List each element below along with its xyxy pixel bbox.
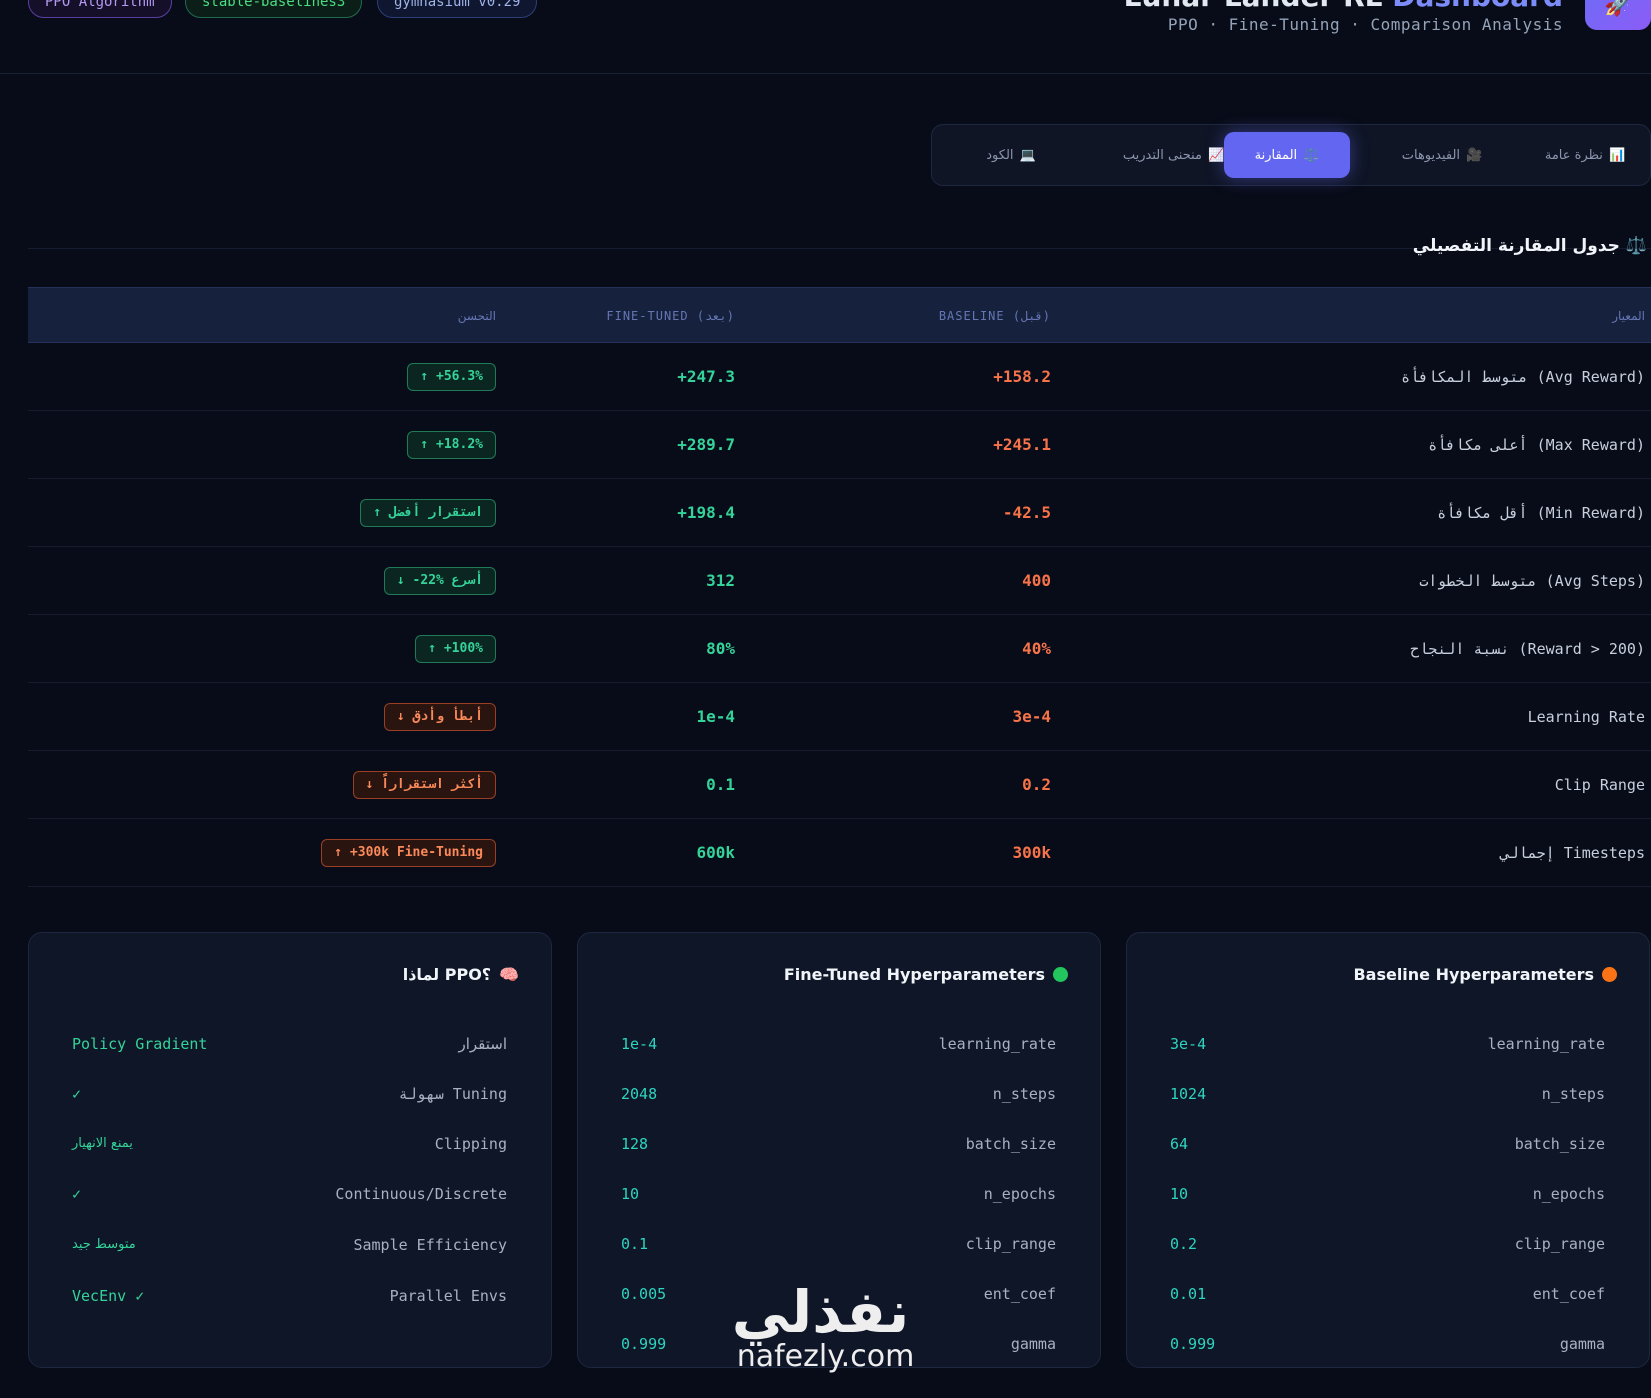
table-row: متوسط المكافأة (Avg Reward) +158.2 +247.…	[28, 343, 1651, 411]
row-baseline: 400	[1022, 571, 1051, 590]
row-tuned: +289.7	[677, 435, 735, 454]
list-item: استقرار Policy Gradient	[72, 1035, 507, 1053]
table-row: أقل مكافأة (Min Reward) -42.5 +198.4 ↑ ا…	[28, 479, 1651, 547]
row-baseline: +245.1	[993, 435, 1051, 454]
camera-icon: 🎥	[1466, 147, 1483, 163]
row-baseline: 3e-4	[1012, 707, 1051, 726]
chart-up-icon: 📈	[1207, 147, 1225, 163]
tab-videos[interactable]: الفيديوهات 🎥	[1367, 132, 1517, 178]
list-item: Sample Efficiency متوسط جيد	[72, 1236, 507, 1254]
list-item: ent_coef 0.005	[621, 1285, 1056, 1303]
table-row: نسبة النجاح (Reward > 200) 40% 80% ↑ +10…	[28, 615, 1651, 683]
app-header: PPO Algorithm stable-baselines3 gymnasiu…	[0, 0, 1651, 74]
tab-overview[interactable]: نظرة عامة 📊	[1515, 132, 1651, 178]
row-metric: Clip Range	[1554, 776, 1645, 794]
header-tuned: FINE-TUNED (بعد)	[606, 309, 735, 323]
row-tuned: 312	[706, 571, 735, 590]
list-item: n_steps 1024	[1170, 1085, 1605, 1103]
comparison-table: المعيار BASELINE (قبل) FINE-TUNED (بعد) …	[28, 287, 1651, 887]
row-metric: أعلى مكافأة (Max Reward)	[1428, 436, 1645, 454]
row-baseline: -42.5	[1002, 503, 1051, 522]
why-ppo-title: لماذا PPO؟ 🧠	[402, 965, 519, 984]
section-divider	[28, 248, 1651, 249]
header-baseline: BASELINE (قبل)	[938, 309, 1051, 323]
improvement-badge: ↑ +56.3%	[407, 363, 496, 391]
row-metric: Learning Rate	[1527, 708, 1645, 726]
improvement-badge: ↓ أكثر استقراراً	[352, 771, 496, 799]
list-item: learning_rate 1e-4	[621, 1035, 1056, 1053]
brain-icon: 🧠	[499, 965, 519, 984]
baseline-hyperparams-title: Baseline Hyperparameters	[1353, 965, 1617, 984]
row-baseline: 300k	[1012, 843, 1051, 862]
baseline-hyperparams-card: Baseline Hyperparameters learning_rate 3e…	[1126, 932, 1650, 1368]
page-title: Lunar Lander RL Dashboard	[1124, 0, 1563, 13]
tuned-hyperparams-card: Fine-Tuned Hyperparameters learning_rate…	[577, 932, 1101, 1368]
table-row: أعلى مكافأة (Max Reward) +245.1 +289.7 ↑…	[28, 411, 1651, 479]
list-item: gamma 0.999	[1170, 1335, 1605, 1353]
improvement-badge: ↓ -22% أسرع	[383, 567, 496, 595]
orange-dot-icon	[1602, 967, 1617, 982]
table-row: إجمالي Timesteps 300k 600k ↑ +300k Fine-…	[28, 819, 1651, 887]
table-row: Learning Rate 3e-4 1e-4 ↓ أبطأ وأدق	[28, 683, 1651, 751]
badge-gymnasium: gymnasium v0.29	[377, 0, 538, 18]
why-ppo-card: لماذا PPO؟ 🧠 استقرار Policy Gradient سهول…	[28, 932, 552, 1368]
row-metric: متوسط المكافأة (Avg Reward)	[1401, 368, 1645, 386]
row-tuned: 1e-4	[696, 707, 735, 726]
row-metric: إجمالي Timesteps	[1500, 844, 1646, 862]
laptop-icon: 💻	[1019, 147, 1036, 163]
list-item: gamma 0.999	[621, 1335, 1056, 1353]
badge-sb3: stable-baselines3	[185, 0, 363, 18]
list-item: learning_rate 3e-4	[1170, 1035, 1605, 1053]
badge-ppo: PPO Algorithm	[28, 0, 172, 18]
table-row: Clip Range 0.2 0.1 ↓ أكثر استقراراً	[28, 751, 1651, 819]
table-header: المعيار BASELINE (قبل) FINE-TUNED (بعد) …	[28, 287, 1651, 343]
rocket-icon: 🚀	[1585, 0, 1651, 30]
row-tuned: 0.1	[706, 775, 735, 794]
row-baseline: 0.2	[1022, 775, 1051, 794]
row-metric: نسبة النجاح (Reward > 200)	[1410, 640, 1645, 658]
bar-chart-icon: 📊	[1608, 147, 1626, 163]
row-tuned: +198.4	[677, 503, 735, 522]
row-tuned: +247.3	[677, 367, 735, 386]
list-item: clip_range 0.2	[1170, 1235, 1605, 1253]
list-item: ent_coef 0.01	[1170, 1285, 1605, 1303]
list-item: n_epochs 10	[1170, 1185, 1605, 1203]
page-subtitle: PPO · Fine-Tuning · Comparison Analysis	[1167, 15, 1563, 34]
comparison-title: ⚖️ جدول المقارنة التفصيلي	[1412, 236, 1647, 256]
list-item: n_epochs 10	[621, 1185, 1056, 1203]
row-baseline: +158.2	[993, 367, 1051, 386]
list-item: clip_range 0.1	[621, 1235, 1056, 1253]
tab-comparison[interactable]: المقارنة ⚖️	[1224, 132, 1350, 178]
list-item: Continuous/Discrete ✓	[72, 1185, 507, 1203]
scales-icon: ⚖️	[1303, 147, 1320, 163]
improvement-badge: ↑ +100%	[415, 635, 496, 663]
improvement-badge: ↑ +300k Fine-Tuning	[321, 839, 496, 867]
list-item: batch_size 64	[1170, 1135, 1605, 1153]
header-metric: المعيار	[1612, 309, 1645, 323]
improvement-badge: ↓ أبطأ وأدق	[383, 703, 496, 731]
improvement-badge: ↑ استقرار أفضل	[360, 499, 496, 527]
row-tuned: 80%	[706, 639, 735, 658]
list-item: Clipping يمنع الانهيار	[72, 1135, 507, 1153]
list-item: batch_size 128	[621, 1135, 1056, 1153]
row-tuned: 600k	[696, 843, 735, 862]
row-baseline: 40%	[1022, 639, 1051, 658]
list-item: Parallel Envs VecEnv ✓	[72, 1287, 507, 1305]
row-metric: متوسط الخطوات (Avg Steps)	[1419, 572, 1645, 590]
header-improvement: التحسن	[457, 309, 496, 323]
green-dot-icon	[1053, 967, 1068, 982]
row-metric: أقل مكافأة (Min Reward)	[1437, 504, 1645, 522]
list-item: n_steps 2048	[621, 1085, 1056, 1103]
table-row: متوسط الخطوات (Avg Steps) 400 312 ↓ -22%…	[28, 547, 1651, 615]
improvement-badge: ↑ +18.2%	[407, 431, 496, 459]
tab-code[interactable]: الكود 💻	[942, 132, 1080, 178]
tuned-hyperparams-title: Fine-Tuned Hyperparameters	[784, 965, 1068, 984]
tab-bar: الكود 💻 منحنى التدريب 📈 المقارنة ⚖️ الفيديو…	[931, 124, 1651, 186]
list-item: سهولة Tuning ✓	[72, 1085, 507, 1103]
